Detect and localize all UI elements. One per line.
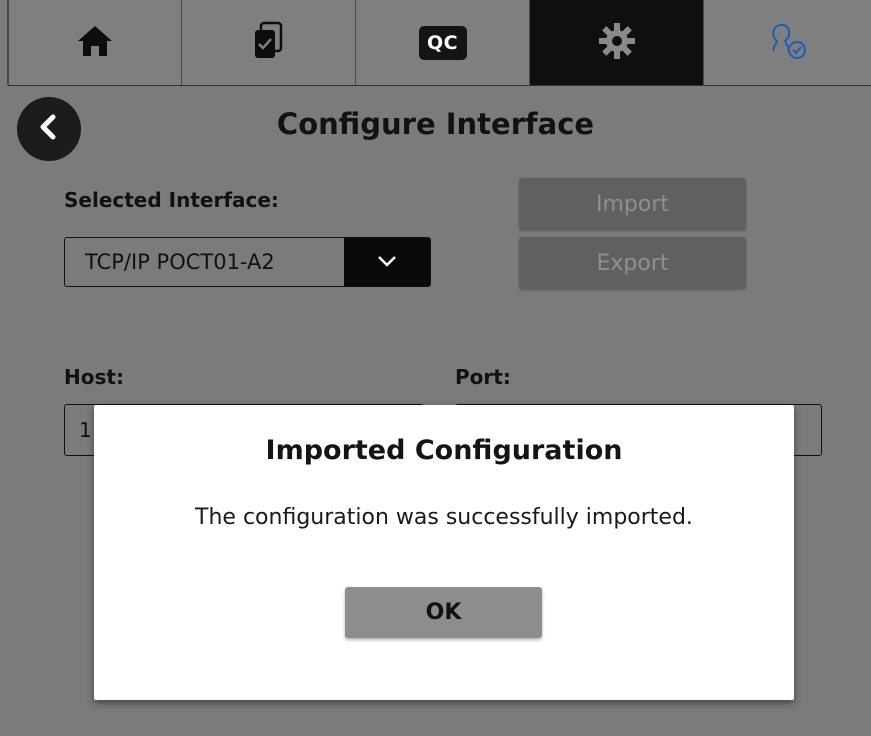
tab-home[interactable] xyxy=(8,0,182,85)
tab-user[interactable] xyxy=(704,0,871,85)
page-title: Configure Interface xyxy=(276,107,595,141)
dialog-message: The configuration was successfully impor… xyxy=(195,505,693,530)
chevron-down-icon xyxy=(376,253,398,272)
interface-dropdown-button[interactable] xyxy=(344,238,430,286)
interface-select[interactable]: TCP/IP POCT01-A2 xyxy=(64,237,431,287)
import-button[interactable]: Import xyxy=(519,178,746,230)
ok-button[interactable]: OK xyxy=(345,587,542,638)
tab-settings[interactable] xyxy=(530,0,704,85)
host-label: Host: xyxy=(64,365,124,389)
interface-select-value: TCP/IP POCT01-A2 xyxy=(85,250,275,274)
home-icon xyxy=(76,24,114,62)
clipboard-check-icon xyxy=(252,21,286,65)
export-button[interactable]: Export xyxy=(519,237,746,289)
tab-qc[interactable]: QC xyxy=(356,0,530,85)
port-label: Port: xyxy=(455,365,511,389)
tab-tests[interactable] xyxy=(182,0,356,85)
dialog-title: Imported Configuration xyxy=(265,435,623,466)
gear-icon xyxy=(597,21,637,65)
imported-configuration-dialog: Imported Configuration The configuration… xyxy=(94,405,794,700)
user-check-icon xyxy=(766,21,810,65)
selected-interface-label: Selected Interface: xyxy=(64,188,279,212)
qc-icon: QC xyxy=(418,25,467,60)
top-nav: QC xyxy=(8,0,871,86)
